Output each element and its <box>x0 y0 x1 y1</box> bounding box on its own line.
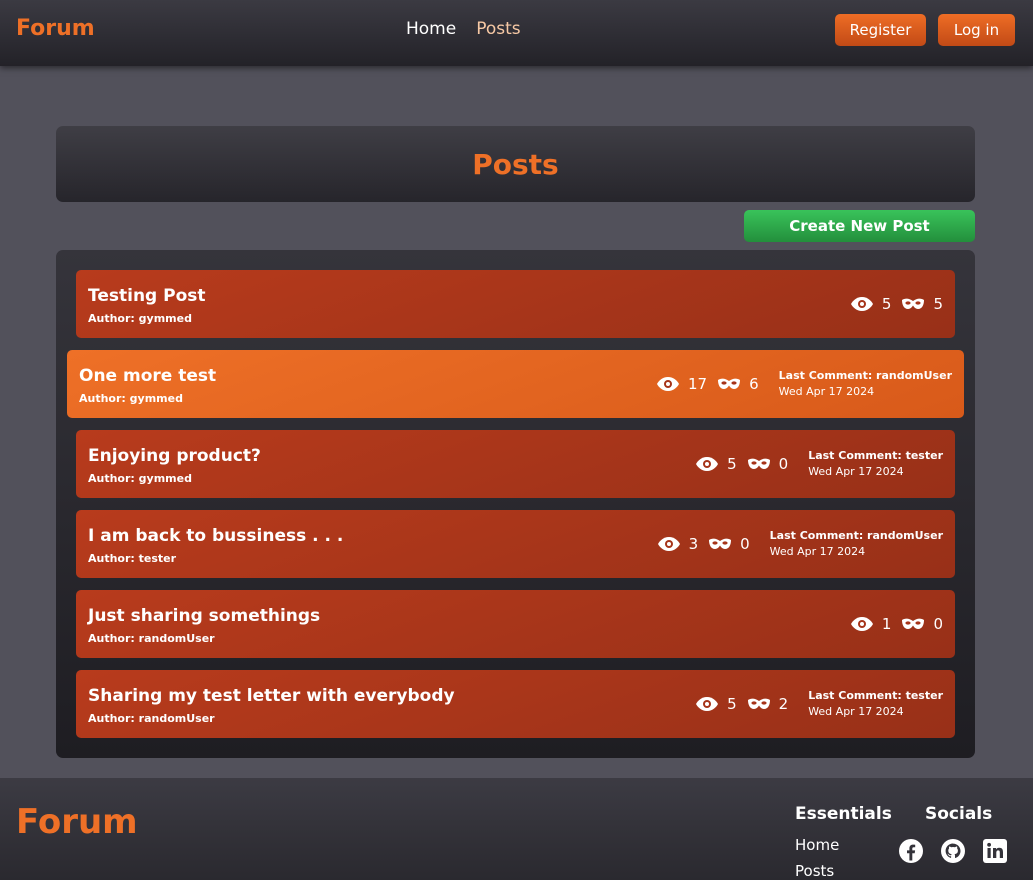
views-count: 3 <box>688 535 699 553</box>
post-meta: 3 0 Last Comment: randomUser Wed Apr 17 202… <box>657 510 943 578</box>
mask-icon <box>901 297 925 311</box>
post-meta: 55 <box>850 270 943 338</box>
register-button[interactable]: Register <box>835 14 926 46</box>
comments-count: 0 <box>778 455 789 473</box>
nav-posts-link[interactable]: Posts <box>476 19 520 39</box>
login-button[interactable]: Log in <box>938 14 1015 46</box>
views-stat: 5 <box>850 295 892 313</box>
nav-links: Home Posts <box>406 19 521 39</box>
post-title[interactable]: Just sharing somethings <box>88 606 320 626</box>
mask-icon <box>708 537 732 551</box>
footer-home-link[interactable]: Home <box>795 836 839 854</box>
eye-icon <box>656 376 680 392</box>
nav-home-link[interactable]: Home <box>406 19 456 39</box>
last-comment-date: Wed Apr 17 2024 <box>778 385 875 398</box>
post-title[interactable]: Testing Post <box>88 286 206 306</box>
linkedin-icon[interactable] <box>982 838 1008 864</box>
last-comment-info: Last Comment: randomUser Wed Apr 17 2024 <box>779 368 952 400</box>
brand-logo[interactable]: Forum <box>16 16 95 41</box>
last-comment-user: Last Comment: randomUser <box>769 529 943 542</box>
comments-stat: 2 <box>747 695 789 713</box>
post-row[interactable]: Testing Post Author: gymmed 5 5 <box>76 270 955 338</box>
comments-count: 2 <box>778 695 789 713</box>
post-row[interactable]: Just sharing somethings Author: randomUse… <box>76 590 955 658</box>
post-author: Author: randomUser <box>88 712 215 725</box>
eye-icon <box>695 456 719 472</box>
mask-icon <box>747 457 771 471</box>
comments-count: 0 <box>933 615 943 633</box>
views-stat: 5 <box>695 695 737 713</box>
post-meta: 5 2 Last Comment: tester Wed Apr 17 2024 <box>695 670 943 738</box>
views-count: 5 <box>727 455 737 473</box>
comments-stat: 0 <box>747 455 789 473</box>
post-title[interactable]: Sharing my test letter with everybody <box>88 686 455 706</box>
views-count: 5 <box>727 695 737 713</box>
post-author: Author: tester <box>88 552 177 565</box>
views-count: 17 <box>688 375 708 393</box>
footer-posts-link[interactable]: Posts <box>795 862 834 880</box>
comments-stat: 0 <box>708 535 750 553</box>
views-stat: 1 <box>850 615 892 633</box>
post-title[interactable]: Enjoying product? <box>88 446 261 466</box>
post-row[interactable]: One more test Author: gymmed 17 6 Last Comme… <box>67 350 964 418</box>
post-title[interactable]: I am back to bussiness . . . <box>88 526 343 546</box>
eye-icon <box>695 696 719 712</box>
comments-count: 0 <box>740 535 750 553</box>
post-author: Author: gymmed <box>88 312 192 325</box>
views-stat: 17 <box>656 375 707 393</box>
page-title-box: Posts <box>56 126 975 202</box>
github-icon[interactable] <box>940 838 966 864</box>
post-meta: 5 0 Last Comment: tester Wed Apr 17 2024 <box>695 430 943 498</box>
post-row[interactable]: Sharing my test letter with everybody Aut… <box>76 670 955 738</box>
essentials-title: Essentials <box>795 804 892 824</box>
post-row[interactable]: I am back to bussiness . . . Author: test… <box>76 510 955 578</box>
last-comment-date: Wed Apr 17 2024 <box>808 465 904 478</box>
comments-count: 6 <box>749 375 759 393</box>
create-new-post-button[interactable]: Create New Post <box>744 210 975 242</box>
views-count: 1 <box>881 615 892 633</box>
last-comment-user: Last Comment: randomUser <box>778 369 952 382</box>
eye-icon <box>657 536 681 552</box>
last-comment-date: Wed Apr 17 2024 <box>808 705 904 718</box>
post-title[interactable]: One more test <box>79 366 216 386</box>
last-comment-user: Last Comment: tester <box>808 449 943 462</box>
last-comment-user: Last Comment: tester <box>808 689 943 702</box>
posts-panel: Testing Post Author: gymmed 5 5 One more tes… <box>56 250 975 758</box>
socials-title: Socials <box>925 804 993 824</box>
views-stat: 3 <box>657 535 699 553</box>
navbar: Forum Home Posts Register Log in <box>0 0 1033 66</box>
comments-count: 5 <box>933 295 943 313</box>
post-meta: 10 <box>850 590 943 658</box>
mask-icon <box>901 617 925 631</box>
last-comment-info: Last Comment: tester Wed Apr 17 2024 <box>808 448 943 480</box>
last-comment-info: Last Comment: randomUser Wed Apr 17 2024 <box>770 528 943 560</box>
comments-stat: 5 <box>901 295 943 313</box>
views-count: 5 <box>881 295 892 313</box>
eye-icon <box>850 296 874 312</box>
footer-brand[interactable]: Forum <box>16 802 138 842</box>
footer: Forum Essentials Socials Home Posts <box>0 778 1033 880</box>
post-author: Author: gymmed <box>88 472 192 485</box>
post-author: Author: randomUser <box>88 632 215 645</box>
post-row[interactable]: Enjoying product? Author: gymmed 5 0 Last Co… <box>76 430 955 498</box>
mask-icon <box>747 697 771 711</box>
last-comment-info: Last Comment: tester Wed Apr 17 2024 <box>808 688 943 720</box>
facebook-icon[interactable] <box>898 838 924 864</box>
eye-icon <box>850 616 874 632</box>
post-author: Author: gymmed <box>79 392 183 405</box>
mask-icon <box>717 377 741 391</box>
comments-stat: 6 <box>717 375 759 393</box>
views-stat: 5 <box>695 455 737 473</box>
page-title: Posts <box>472 147 559 181</box>
last-comment-date: Wed Apr 17 2024 <box>769 545 866 558</box>
post-meta: 17 6 Last Comment: randomUser Wed Apr 17 20… <box>656 350 952 418</box>
comments-stat: 0 <box>901 615 943 633</box>
